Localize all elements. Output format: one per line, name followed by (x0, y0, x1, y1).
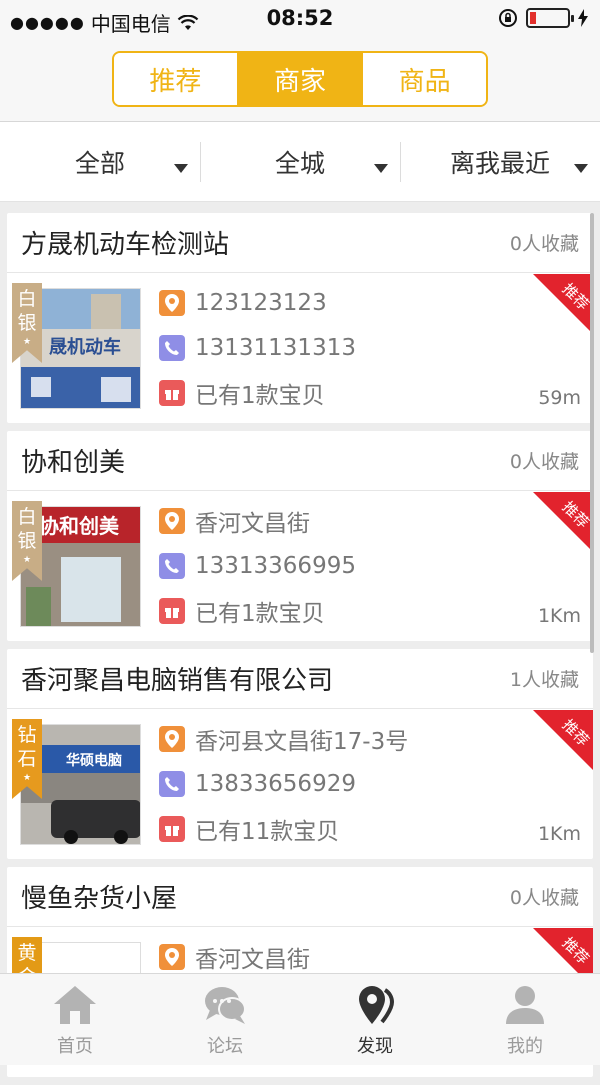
phone-text: 13833656929 (195, 771, 356, 797)
favorite-count: 0人收藏 (509, 887, 579, 909)
filter-area[interactable]: 全城 (200, 122, 400, 201)
phone-icon (159, 771, 185, 797)
shop-card-body: 协和创美 白银 ★ 香河文昌街 13313366995 已有1款宝贝 1Km (7, 491, 593, 641)
items-row: 已有1款宝贝 (159, 596, 325, 627)
user-icon (506, 986, 544, 1024)
items-row: 已有11款宝贝 (159, 814, 340, 845)
distance: 1Km (537, 823, 581, 845)
address-text: 123123123 (195, 290, 327, 316)
favorite-count: 1人收藏 (509, 669, 579, 691)
tab-forum-label: 论坛 (207, 1036, 243, 1057)
phone-row[interactable]: 13313366995 (159, 551, 356, 581)
shop-card-header: 香河聚昌电脑销售有限公司 1人收藏 (7, 649, 593, 709)
caret-down-icon (374, 164, 388, 173)
phone-text: 13131131313 (195, 335, 356, 361)
tab-mine[interactable]: 我的 (450, 974, 600, 1065)
shop-card[interactable]: 协和创美 0人收藏 协和创美 白银 ★ 香河文昌街 13313366995 已有… (7, 431, 593, 641)
address-row: 香河文昌街 (159, 942, 310, 973)
shop-name: 慢鱼杂货小屋 (21, 884, 178, 914)
distance: 1Km (537, 605, 581, 627)
shop-card-header: 方晟机动车检测站 0人收藏 (7, 213, 593, 273)
scrollbar[interactable] (590, 213, 594, 653)
phone-icon (159, 335, 185, 361)
segment-control: 推荐 商家 商品 (112, 51, 488, 107)
segment-recommend[interactable]: 推荐 (114, 53, 237, 105)
battery-icon (526, 8, 574, 28)
address-row: 香河文昌街 (159, 506, 310, 537)
filter-sort[interactable]: 离我最近 (400, 122, 600, 201)
phone-text: 13313366995 (195, 553, 356, 579)
svg-text:华硕电脑: 华硕电脑 (66, 752, 122, 769)
tab-home-label: 首页 (57, 1036, 93, 1057)
filter-area-label: 全城 (274, 148, 325, 178)
segment-products[interactable]: 商品 (361, 53, 486, 105)
location-icon (159, 508, 185, 534)
caret-down-icon (574, 164, 588, 173)
status-right (498, 8, 588, 28)
items-text: 已有11款宝贝 (195, 819, 340, 845)
shop-card-body: 华硕电脑 钻石 ★ 香河县文昌街17-3号 13833656929 已有11款宝… (7, 709, 593, 859)
filter-sort-label: 离我最近 (449, 148, 550, 178)
location-icon (159, 726, 185, 752)
tab-discover-label: 发现 (357, 1036, 393, 1057)
address-text: 香河文昌街 (195, 511, 310, 537)
address-row: 香河县文昌街17-3号 (159, 724, 409, 755)
shop-card[interactable]: 香河聚昌电脑销售有限公司 1人收藏 华硕电脑 钻石 ★ 香河县文昌街17-3号 … (7, 649, 593, 859)
shop-name: 协和创美 (21, 448, 126, 478)
status-bar: ●●●●● 中国电信 08:52 (0, 0, 600, 38)
filter-category-label: 全部 (74, 148, 125, 178)
shop-card-header: 协和创美 0人收藏 (7, 431, 593, 491)
segment-merchants[interactable]: 商家 (236, 53, 362, 105)
discover-icon (359, 986, 395, 1024)
home-icon (54, 986, 96, 1024)
filter-bar: 全部 全城 离我最近 (0, 122, 600, 202)
address-row: 123123123 (159, 288, 327, 318)
gift-icon (159, 380, 185, 406)
shop-name: 方晟机动车检测站 (21, 230, 230, 260)
phone-icon (159, 553, 185, 579)
caret-down-icon (174, 164, 188, 173)
items-text: 已有1款宝贝 (195, 383, 325, 409)
tab-bar: 首页 论坛 发现 我的 (0, 973, 600, 1065)
location-icon (159, 944, 185, 970)
distance: 59m (538, 387, 581, 409)
gift-icon (159, 816, 185, 842)
address-text: 香河县文昌街17-3号 (195, 729, 409, 755)
phone-row[interactable]: 13131131313 (159, 333, 356, 363)
chat-icon (205, 987, 246, 1024)
location-icon (159, 290, 185, 316)
phone-row[interactable]: 13833656929 (159, 769, 356, 799)
svg-text:协和创美: 协和创美 (39, 514, 120, 538)
favorite-count: 0人收藏 (509, 233, 579, 255)
shop-card-header: 慢鱼杂货小屋 0人收藏 (7, 867, 593, 927)
favorite-count: 0人收藏 (509, 451, 579, 473)
items-text: 已有1款宝贝 (195, 601, 325, 627)
items-row: 已有1款宝贝 (159, 378, 325, 409)
filter-category[interactable]: 全部 (0, 122, 200, 201)
tab-mine-label: 我的 (507, 1036, 543, 1057)
gift-icon (159, 598, 185, 624)
svg-text:晟机动车: 晟机动车 (49, 336, 121, 358)
header: 推荐 商家 商品 (0, 38, 600, 122)
shop-card-body: 晟机动车 白银 ★ 123123123 13131131313 已有1款宝贝 5… (7, 273, 593, 423)
rotation-lock-icon (499, 9, 517, 27)
tab-forum[interactable]: 论坛 (150, 974, 300, 1065)
address-text: 香河文昌街 (195, 947, 310, 973)
tab-discover[interactable]: 发现 (300, 974, 450, 1065)
charging-icon (578, 9, 588, 27)
shop-list: 方晟机动车检测站 0人收藏 晟机动车 白银 ★ 123123123 131311… (7, 213, 593, 1085)
tab-home[interactable]: 首页 (0, 974, 150, 1065)
shop-card[interactable]: 方晟机动车检测站 0人收藏 晟机动车 白银 ★ 123123123 131311… (7, 213, 593, 423)
shop-name: 香河聚昌电脑销售有限公司 (21, 666, 334, 696)
